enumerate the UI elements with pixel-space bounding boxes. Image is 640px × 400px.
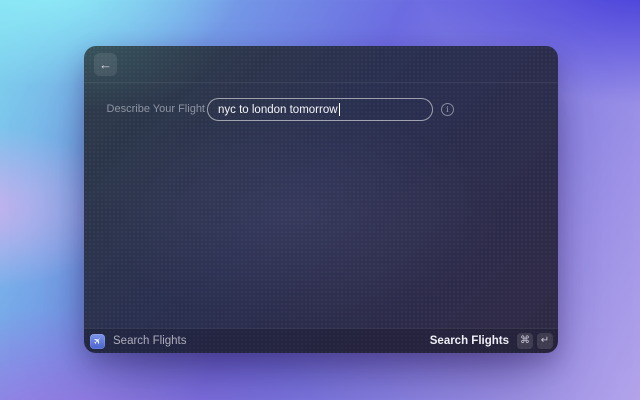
- info-glyph: i: [446, 104, 449, 114]
- airplane-icon: ✈: [90, 334, 104, 347]
- window-header: ←: [84, 46, 558, 83]
- flight-description-input[interactable]: nyc to london tomorrow: [207, 98, 433, 121]
- form-row: Describe Your Flight nyc to london tomor…: [84, 98, 558, 121]
- input-value: nyc to london tomorrow: [218, 103, 338, 116]
- back-button[interactable]: ←: [94, 53, 117, 76]
- info-icon[interactable]: i: [441, 103, 454, 116]
- cmd-key-icon: ⌘: [517, 333, 533, 349]
- back-arrow-icon: ←: [99, 57, 112, 72]
- text-caret: [338, 103, 340, 116]
- primary-action-label: Search Flights: [429, 335, 509, 347]
- app-icon-badge: ✈: [90, 333, 105, 349]
- action-bar: ✈ Search Flights Search Flights ⌘ ↵: [84, 328, 558, 353]
- action-bar-left: ✈ Search Flights: [90, 333, 187, 349]
- field-label: Describe Your Flight: [106, 103, 205, 115]
- return-key-icon: ↵: [537, 333, 553, 349]
- desktop-background: ← Describe Your Flight nyc to london tom…: [0, 0, 640, 400]
- primary-action-button[interactable]: Search Flights ⌘ ↵: [430, 333, 553, 349]
- app-window: ← Describe Your Flight nyc to london tom…: [84, 46, 558, 353]
- command-title: Search Flights: [113, 335, 187, 347]
